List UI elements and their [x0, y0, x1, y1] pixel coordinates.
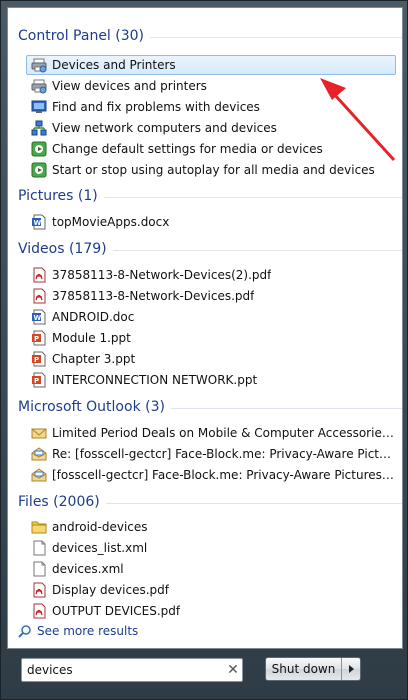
troubleshoot-icon	[31, 99, 47, 115]
svg-text:P: P	[34, 335, 39, 343]
magnifier-icon	[18, 624, 32, 638]
group-header-outlook[interactable]: Microsoft Outlook (3)	[18, 397, 402, 417]
result-module-1-ppt[interactable]: P Module 1.ppt	[26, 328, 396, 348]
result-devices-list-xml[interactable]: devices_list.xml	[26, 538, 396, 558]
result-view-network-computers[interactable]: View network computers and devices	[26, 118, 396, 138]
svg-text:P: P	[34, 377, 39, 385]
svg-text:W: W	[34, 219, 42, 227]
result-devices-xml[interactable]: devices.xml	[26, 559, 396, 579]
shutdown-button[interactable]: Shut down	[266, 658, 342, 680]
result-label: android-devices	[52, 520, 148, 534]
result-view-devices-and-printers[interactable]: View devices and printers	[26, 76, 396, 96]
result-label: Devices and Printers	[52, 58, 176, 72]
pdf-icon	[31, 288, 47, 304]
search-results-panel: Control Panel (30) Devices and Printers …	[7, 7, 403, 649]
result-output-devices-pdf[interactable]: OUTPUT DEVICES.pdf	[26, 601, 396, 621]
ppt-icon: P	[31, 351, 47, 367]
result-label: Re: [fosscell-gectcr] Face-Block.me: Pri…	[52, 447, 395, 461]
result-outlook-face-block[interactable]: [fosscell-gectcr] Face-Block.me: Privacy…	[26, 465, 396, 485]
result-outlook-limited-period-deals[interactable]: Limited Period Deals on Mobile & Compute…	[26, 423, 396, 443]
result-change-default-settings[interactable]: Change default settings for media or dev…	[26, 139, 396, 159]
shutdown-button-group: Shut down	[265, 657, 361, 681]
file-icon	[31, 540, 47, 556]
result-interconnection-network-ppt[interactable]: P INTERCONNECTION NETWORK.ppt	[26, 370, 396, 390]
group-header-files[interactable]: Files (2006)	[18, 492, 402, 512]
result-chapter-3-ppt[interactable]: P Chapter 3.ppt	[26, 349, 396, 369]
result-find-and-fix-problems[interactable]: Find and fix problems with devices	[26, 97, 396, 117]
printer-icon	[31, 57, 47, 73]
result-network-devices-pdf[interactable]: 37858113-8-Network-Devices.pdf	[26, 286, 396, 306]
search-input[interactable]	[22, 660, 224, 680]
autoplay-icon	[31, 162, 47, 178]
result-label: Module 1.ppt	[52, 331, 131, 345]
see-more-label: See more results	[37, 624, 139, 638]
result-label: devices_list.xml	[52, 541, 148, 555]
svg-text:P: P	[34, 356, 39, 364]
result-label: 37858113-8-Network-Devices.pdf	[52, 289, 255, 303]
printer-icon	[31, 78, 47, 94]
result-start-or-stop-autoplay[interactable]: Start or stop using autoplay for all med…	[26, 160, 396, 180]
result-label: [fosscell-gectcr] Face-Block.me: Privacy…	[52, 468, 395, 482]
result-devices-and-printers[interactable]: Devices and Printers	[26, 55, 396, 75]
result-label: ANDROID.doc	[52, 310, 135, 324]
shutdown-options-button[interactable]	[342, 658, 360, 680]
result-label: View devices and printers	[52, 79, 207, 93]
group-header-control-panel[interactable]: Control Panel (30)	[18, 26, 402, 46]
see-more-results-link[interactable]: See more results	[18, 624, 138, 638]
result-label: 37858113-8-Network-Devices(2).pdf	[52, 268, 272, 282]
result-android-doc[interactable]: W ANDROID.doc	[26, 307, 396, 327]
ppt-icon: P	[31, 330, 47, 346]
pdf-icon	[31, 582, 47, 598]
clear-search-icon[interactable]: ✕	[224, 660, 242, 680]
chevron-right-icon	[349, 665, 354, 673]
mail-read-icon	[31, 446, 47, 462]
pdf-icon	[31, 267, 47, 283]
result-android-devices-folder[interactable]: android-devices	[26, 517, 396, 537]
search-box[interactable]: ✕	[21, 658, 243, 682]
group-header-videos[interactable]: Videos (179)	[18, 239, 402, 259]
result-network-devices-2-pdf[interactable]: 37858113-8-Network-Devices(2).pdf	[26, 265, 396, 285]
svg-text:W: W	[34, 314, 42, 322]
result-label: View network computers and devices	[52, 121, 277, 135]
folder-icon	[31, 519, 47, 535]
result-outlook-re-face-block[interactable]: Re: [fosscell-gectcr] Face-Block.me: Pri…	[26, 444, 396, 464]
mail-icon	[31, 425, 47, 441]
ppt-icon: P	[31, 372, 47, 388]
result-label: Find and fix problems with devices	[52, 100, 260, 114]
result-label: OUTPUT DEVICES.pdf	[52, 604, 181, 618]
result-label: Start or stop using autoplay for all med…	[52, 163, 375, 177]
result-label: topMovieApps.docx	[52, 215, 170, 229]
autoplay-icon	[31, 141, 47, 157]
result-label: devices.xml	[52, 562, 124, 576]
result-display-devices-pdf[interactable]: Display devices.pdf	[26, 580, 396, 600]
result-label: Change default settings for media or dev…	[52, 142, 323, 156]
word-doc-icon: W	[31, 309, 47, 325]
network-icon	[31, 120, 47, 136]
group-header-pictures[interactable]: Pictures (1)	[18, 186, 402, 206]
word-doc-icon: W	[31, 214, 47, 230]
pdf-icon	[31, 603, 47, 619]
result-label: Display devices.pdf	[52, 583, 169, 597]
start-menu-window: Control Panel (30) Devices and Printers …	[0, 0, 408, 700]
file-icon	[31, 561, 47, 577]
result-topmovieapps-docx[interactable]: W topMovieApps.docx	[26, 212, 396, 232]
mail-read-icon	[31, 467, 47, 483]
result-label: INTERCONNECTION NETWORK.ppt	[52, 373, 258, 387]
result-label: Chapter 3.ppt	[52, 352, 136, 366]
result-label: Limited Period Deals on Mobile & Compute…	[52, 426, 395, 440]
